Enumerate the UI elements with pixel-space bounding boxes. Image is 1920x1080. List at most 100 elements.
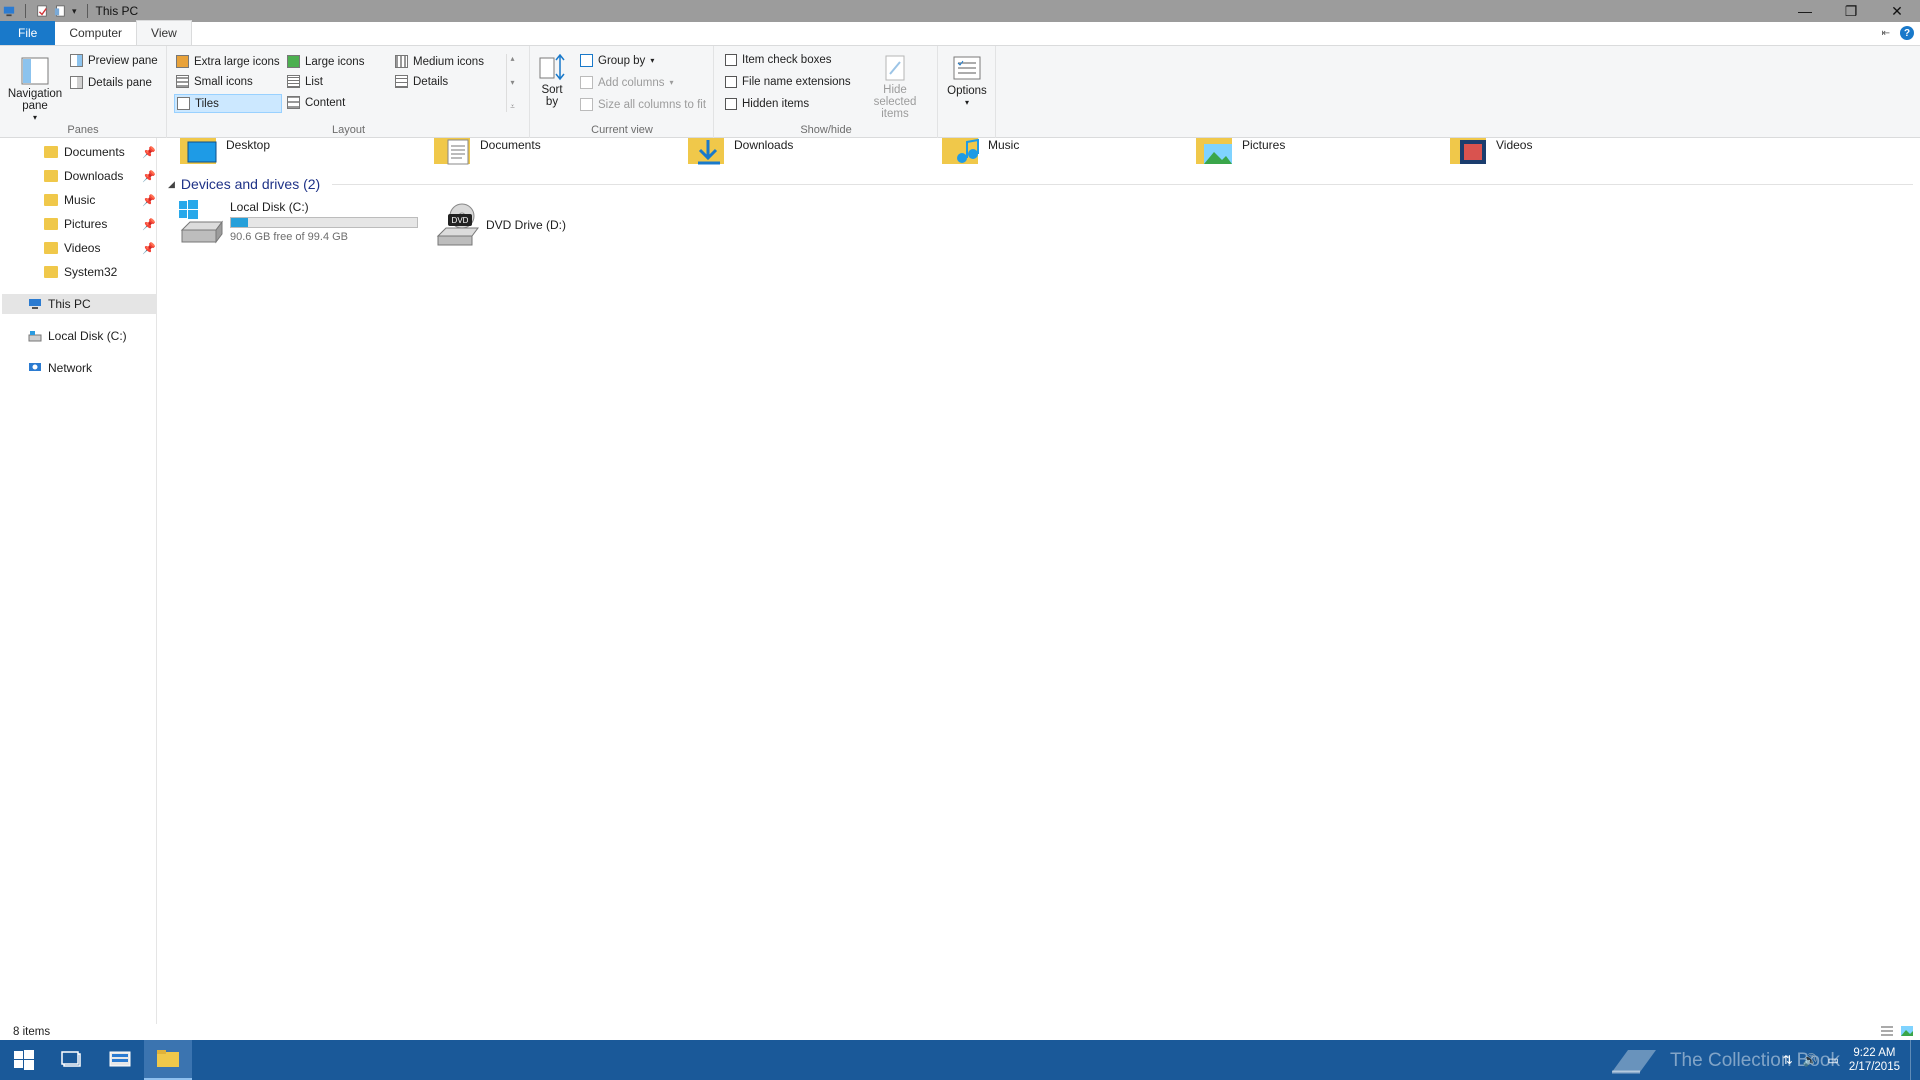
medium-icons-icon: [395, 55, 408, 68]
devices-section-header[interactable]: ◢ Devices and drives (2): [168, 176, 1913, 192]
sort-by-button[interactable]: Sort by: [537, 54, 567, 108]
medium-icons-option[interactable]: Medium icons: [395, 55, 484, 68]
tiles-option[interactable]: Tiles: [174, 94, 282, 113]
preview-pane-button[interactable]: Preview pane: [70, 54, 158, 67]
view-switcher: [1880, 1025, 1914, 1037]
properties-icon[interactable]: [36, 4, 48, 18]
clock[interactable]: 9:22 AM 2/17/2015: [1849, 1046, 1900, 1074]
collapse-arrow-icon[interactable]: ◢: [168, 179, 175, 190]
scroll-up-icon[interactable]: ▴: [510, 54, 514, 63]
extra-large-icons-icon: [176, 55, 189, 68]
nav-item-system32[interactable]: System32: [44, 262, 156, 282]
content-label: Content: [305, 96, 346, 109]
item-check-boxes-checkbox[interactable]: [725, 54, 737, 66]
server-manager-button[interactable]: [96, 1040, 144, 1080]
task-view-button[interactable]: [48, 1040, 96, 1080]
nav-item-downloads[interactable]: Downloads 📌: [44, 166, 156, 186]
new-folder-icon[interactable]: [54, 4, 66, 18]
large-icons-option[interactable]: Large icons: [287, 55, 364, 68]
windows-logo-icon: [14, 1050, 34, 1070]
help-icon[interactable]: ?: [1900, 26, 1914, 40]
drive-tile-dvd[interactable]: DVD DVD Drive (D:): [434, 202, 674, 248]
tab-computer[interactable]: Computer: [55, 21, 136, 45]
drive-free-space: 90.6 GB free of 99.4 GB: [230, 231, 349, 243]
folder-tile-pictures[interactable]: Pictures: [1196, 138, 1436, 166]
current-view-group: Sort by Group by ▾ Add columns ▾ Size al…: [531, 46, 714, 138]
add-columns-button[interactable]: Add columns ▾: [580, 76, 674, 89]
volume-icon[interactable]: 🔊: [1803, 1053, 1818, 1067]
hidden-items-checkbox[interactable]: [725, 98, 737, 110]
navigation-pane-button[interactable]: Navigation pane ▾: [6, 56, 64, 124]
group-by-button[interactable]: Group by ▾: [580, 54, 654, 67]
pin-icon[interactable]: 📌: [142, 242, 156, 255]
small-icons-option[interactable]: Small icons: [176, 75, 253, 88]
videos-folder-icon: [1450, 138, 1486, 164]
group-by-icon: [580, 54, 593, 67]
start-button[interactable]: [0, 1040, 48, 1080]
hide-selected-icon: [885, 55, 905, 81]
large-icons-view-icon[interactable]: [1900, 1025, 1914, 1037]
close-button[interactable]: ✕: [1874, 0, 1920, 22]
restore-button[interactable]: ❐: [1828, 0, 1874, 22]
documents-folder-icon: [434, 138, 470, 165]
action-center-icon[interactable]: ▭: [1827, 1053, 1838, 1067]
details-pane-button[interactable]: Details pane: [70, 76, 152, 89]
sort-by-label: Sort by: [541, 84, 563, 108]
chevron-down-icon: ▾: [669, 78, 674, 87]
hide-selected-items-button[interactable]: Hide selected items: [857, 54, 933, 120]
scroll-down-icon[interactable]: ▾: [510, 78, 514, 87]
folder-tile-desktop[interactable]: Desktop: [180, 138, 420, 166]
minimize-button[interactable]: —: [1782, 0, 1828, 22]
layout-gallery-scroll[interactable]: ▴ ▾ ⩡: [506, 54, 518, 112]
minimize-ribbon-icon[interactable]: ⇤: [1882, 28, 1890, 39]
nav-item-pictures[interactable]: Pictures 📌: [44, 214, 156, 234]
nav-item-label: Local Disk (C:): [48, 329, 127, 343]
tab-file[interactable]: File: [0, 21, 56, 45]
pin-icon[interactable]: 📌: [142, 194, 156, 207]
details-view-icon: [395, 75, 408, 88]
layout-group: Extra large icons Large icons Medium ico…: [168, 46, 530, 138]
chevron-down-icon: ▾: [964, 98, 969, 107]
file-explorer-button[interactable]: [144, 1040, 192, 1080]
options-button[interactable]: Options ▾: [942, 55, 992, 109]
network-tray-icon[interactable]: ⇅: [1782, 1053, 1792, 1067]
hidden-items-toggle[interactable]: Hidden items: [725, 98, 809, 110]
file-name-extensions-checkbox[interactable]: [725, 76, 737, 88]
ribbon: Navigation pane ▾ Preview pane Details p…: [0, 46, 1920, 138]
extra-large-icons-option[interactable]: Extra large icons: [176, 55, 280, 68]
customize-toolbar-chevron-icon[interactable]: ▾: [72, 6, 77, 17]
nav-item-label: Documents: [64, 145, 125, 159]
nav-item-music[interactable]: Music 📌: [44, 190, 156, 210]
file-name-extensions-label: File name extensions: [742, 76, 851, 88]
show-desktop-button[interactable]: [1910, 1040, 1914, 1080]
tab-view[interactable]: View: [136, 20, 192, 45]
music-folder-icon: [942, 138, 979, 164]
folder-tile-documents[interactable]: Documents: [434, 138, 674, 166]
content-option[interactable]: Content: [287, 96, 345, 109]
folder-tile-music[interactable]: Music: [942, 138, 1182, 166]
size-columns-icon: [580, 98, 593, 111]
file-name-extensions-toggle[interactable]: File name extensions: [725, 76, 851, 88]
expand-gallery-icon[interactable]: ⩡: [510, 102, 515, 112]
pin-icon[interactable]: 📌: [142, 218, 156, 231]
list-option[interactable]: List: [287, 75, 323, 88]
sort-icon: [539, 54, 565, 81]
size-all-columns-button[interactable]: Size all columns to fit: [580, 98, 706, 111]
pin-icon[interactable]: 📌: [142, 170, 156, 183]
nav-item-documents[interactable]: Documents 📌: [44, 142, 156, 162]
nav-item-network[interactable]: Network: [28, 358, 156, 378]
drive-tile-local-disk[interactable]: Local Disk (C:) 90.6 GB free of 99.4 GB: [178, 200, 438, 246]
add-columns-icon: [580, 76, 593, 89]
nav-item-local-disk[interactable]: Local Disk (C:): [28, 326, 156, 346]
navigation-pane-icon: [21, 57, 49, 85]
pin-icon[interactable]: 📌: [142, 146, 156, 159]
details-option[interactable]: Details: [395, 75, 448, 88]
nav-item-this-pc[interactable]: This PC: [2, 294, 156, 314]
details-view-icon[interactable]: [1880, 1025, 1894, 1037]
preview-pane-label: Preview pane: [88, 54, 158, 67]
nav-item-videos[interactable]: Videos 📌: [44, 238, 156, 258]
folder-tile-downloads[interactable]: Downloads: [688, 138, 928, 166]
item-check-boxes-toggle[interactable]: Item check boxes: [725, 54, 831, 66]
toolbar-divider: [86, 4, 88, 18]
folder-tile-videos[interactable]: Videos: [1450, 138, 1690, 166]
